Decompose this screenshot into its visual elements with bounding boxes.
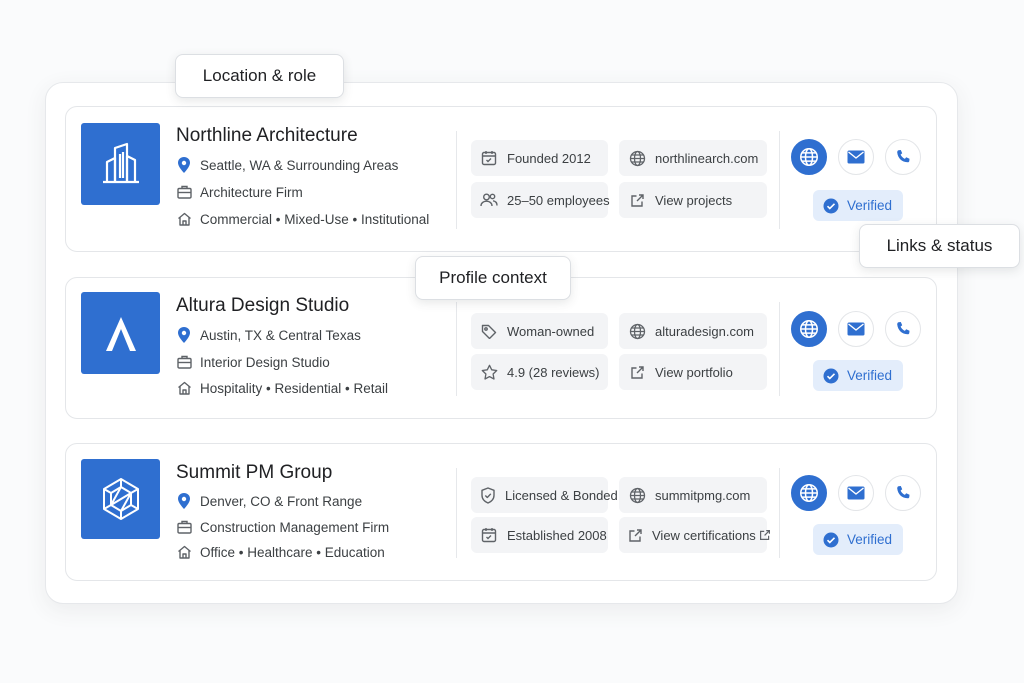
globe-icon [800, 148, 818, 166]
chevron-a-icon [105, 317, 136, 351]
phone-button[interactable] [885, 475, 921, 511]
location-text: Denver, CO & Front Range [200, 493, 363, 509]
callout-location-role: Location & role [175, 54, 344, 98]
sectors-text: Hospitality • Residential • Retail [200, 380, 389, 396]
view-projects-link[interactable]: View projects [619, 182, 767, 218]
website-chip[interactable]: summitpmg.com [619, 477, 767, 513]
globe-icon [800, 484, 818, 502]
sectors-text: Commercial • Mixed-Use • Institutional [200, 211, 430, 227]
location-row: Seattle, WA & Surrounding Areas [176, 157, 398, 173]
location-text: Austin, TX & Central Texas [200, 327, 361, 343]
rating-chip: 4.9 (28 reviews) [471, 354, 608, 390]
globe-icon [628, 322, 646, 340]
verified-badge: Verified [813, 190, 903, 221]
building-icon [102, 142, 139, 184]
phone-button[interactable] [885, 139, 921, 175]
globe-icon [800, 320, 818, 338]
sectors-row: Commercial • Mixed-Use • Institutional [176, 211, 429, 227]
location-pin-icon [176, 493, 192, 509]
home-icon [176, 544, 192, 560]
globe-icon [628, 149, 646, 167]
role-row: Architecture Firm [176, 184, 303, 200]
role-row: Interior Design Studio [176, 354, 330, 370]
firm-card-northline[interactable]: Northline Architecture Seattle, WA & Sur… [65, 106, 937, 252]
external-link-icon [628, 526, 643, 544]
check-circle-icon [823, 532, 839, 547]
sectors-row: Office • Healthcare • Education [176, 544, 385, 560]
phone-icon [897, 486, 910, 499]
phone-button[interactable] [885, 311, 921, 347]
star-icon [480, 363, 498, 381]
briefcase-icon [176, 354, 192, 370]
website-button[interactable] [791, 311, 827, 347]
role-row: Construction Management Firm [176, 519, 389, 535]
globe-icon [628, 486, 646, 504]
firm-card-summit[interactable]: Summit PM Group Denver, CO & Front Range… [65, 443, 937, 581]
external-link-icon [628, 363, 646, 381]
mail-icon [847, 322, 865, 336]
home-icon [176, 211, 192, 227]
external-link-icon [628, 191, 646, 209]
licensed-chip: Licensed & Bonded [471, 477, 618, 513]
verified-badge: Verified [813, 524, 903, 555]
check-circle-icon [823, 198, 839, 213]
location-pin-icon [176, 327, 192, 343]
phone-icon [897, 322, 910, 335]
firm-logo [81, 123, 160, 205]
firm-name[interactable]: Altura Design Studio [176, 295, 349, 317]
divider [456, 468, 457, 558]
briefcase-icon [176, 519, 192, 535]
view-portfolio-link[interactable]: View portfolio [619, 354, 767, 390]
sectors-text: Office • Healthcare • Education [200, 544, 385, 560]
email-button[interactable] [838, 139, 874, 175]
divider [456, 131, 457, 229]
check-circle-icon [823, 368, 839, 383]
mail-icon [847, 150, 865, 164]
calendar-icon [480, 526, 498, 544]
established-chip: Established 2008 [471, 517, 608, 553]
location-row: Austin, TX & Central Texas [176, 327, 361, 343]
website-button[interactable] [791, 475, 827, 511]
email-button[interactable] [838, 475, 874, 511]
callout-links-status: Links & status [859, 224, 1020, 268]
divider [779, 131, 780, 229]
firm-name[interactable]: Summit PM Group [176, 462, 332, 484]
website-chip[interactable]: northlinearch.com [619, 140, 767, 176]
location-text: Seattle, WA & Surrounding Areas [200, 157, 399, 173]
role-text: Architecture Firm [200, 184, 303, 200]
role-text: Construction Management Firm [200, 519, 390, 535]
location-row: Denver, CO & Front Range [176, 493, 362, 509]
people-icon [480, 191, 498, 209]
divider [779, 302, 780, 396]
divider [779, 468, 780, 558]
role-text: Interior Design Studio [200, 354, 330, 370]
firm-logo [81, 459, 160, 539]
tag-icon [480, 322, 498, 340]
website-button[interactable] [791, 139, 827, 175]
website-chip[interactable]: alturadesign.com [619, 313, 767, 349]
hexagon-cube-icon [102, 478, 139, 520]
callout-profile-context: Profile context [415, 256, 571, 300]
email-button[interactable] [838, 311, 874, 347]
phone-icon [897, 150, 910, 163]
firm-logo [81, 292, 160, 374]
calendar-icon [480, 149, 498, 167]
employees-chip: 25–50 employees [471, 182, 610, 218]
firm-name[interactable]: Northline Architecture [176, 125, 358, 147]
home-icon [176, 380, 192, 396]
external-link-icon [759, 529, 771, 541]
view-certifications-link[interactable]: View certifications [619, 517, 770, 553]
founded-chip: Founded 2012 [471, 140, 608, 176]
woman-owned-chip: Woman-owned [471, 313, 608, 349]
shield-check-icon [480, 486, 496, 504]
location-pin-icon [176, 157, 192, 173]
verified-badge: Verified [813, 360, 903, 391]
mail-icon [847, 486, 865, 500]
briefcase-icon [176, 184, 192, 200]
divider [456, 302, 457, 396]
sectors-row: Hospitality • Residential • Retail [176, 380, 388, 396]
